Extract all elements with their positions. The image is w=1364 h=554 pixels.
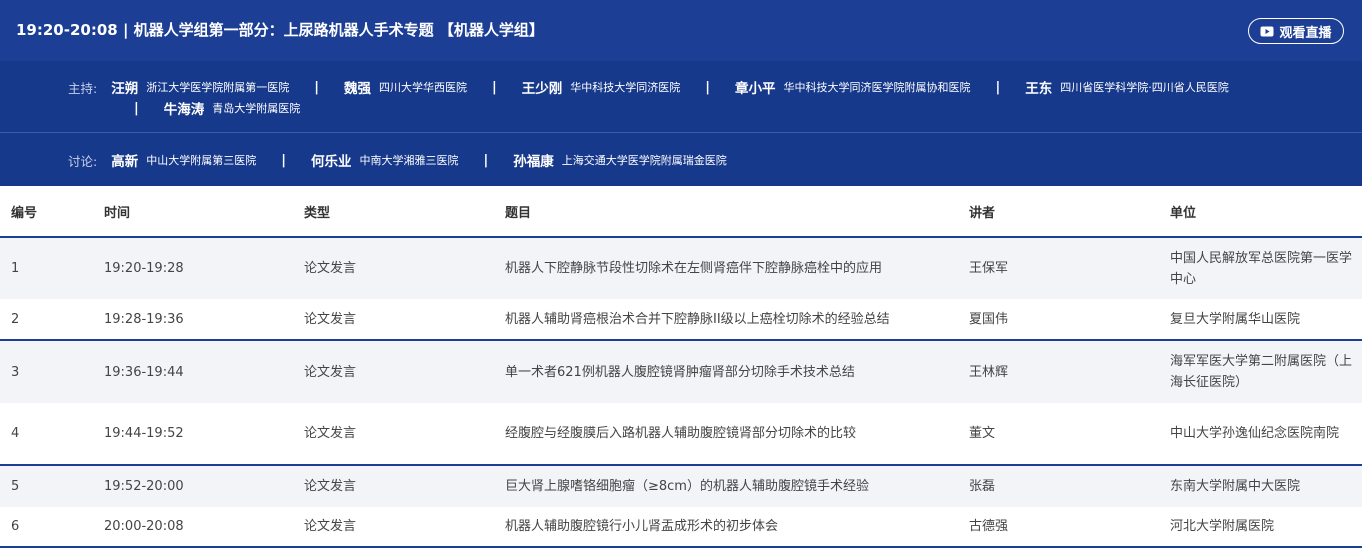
column-header-topic: 题目: [505, 186, 969, 238]
separator: |: [314, 79, 319, 95]
schedule-panel: 19:20-20:08 | 机器人学组第一部分：上尿路机器人手术专题 【机器人学…: [0, 0, 1364, 554]
cell-time: 20:00-20:08: [104, 507, 304, 548]
table-row: 4 19:44-19:52 论文发言 经腹腔与经腹膜后入路机器人辅助腹腔镜肾部分…: [0, 403, 1362, 465]
cell-topic: 单一术者621例机器人腹腔镜肾肿瘤肾部分切除手术技术总结: [505, 339, 969, 403]
cell-time: 19:28-19:36: [104, 299, 304, 340]
host-name: 汪朔: [111, 81, 139, 97]
cell-unit: 海军军医大学第二附属医院（上海长征医院）: [1170, 339, 1362, 403]
host-affiliation: 华中科技大学同济医学院附属协和医院: [783, 81, 971, 94]
column-header-speaker: 讲者: [969, 186, 1170, 238]
host-name: 章小平: [734, 81, 776, 97]
table-row: 5 19:52-20:00 论文发言 巨大肾上腺嗜铬细胞瘤（≥8cm）的机器人辅…: [0, 464, 1362, 507]
discussant-name: 何乐业: [310, 154, 352, 170]
discussants-line: 讨论: 高新 中山大学附属第三医院 | 何乐业 中南大学湘雅三医院 | 孙福康 …: [68, 150, 727, 171]
cell-topic: 机器人辅助肾癌根治术合并下腔静脉II级以上癌栓切除术的经验总结: [505, 299, 969, 340]
table-row: 2 19:28-19:36 论文发言 机器人辅助肾癌根治术合并下腔静脉II级以上…: [0, 299, 1362, 340]
session-title: 19:20-20:08 | 机器人学组第一部分：上尿路机器人手术专题 【机器人学…: [16, 21, 544, 39]
cell-type: 论文发言: [304, 339, 505, 403]
host-affiliation: 青岛大学附属医院: [212, 102, 301, 115]
host-affiliation: 浙江大学医学院附属第一医院: [146, 81, 290, 94]
hosts-label: 主持:: [68, 80, 98, 96]
cell-time: 19:36-19:44: [104, 339, 304, 403]
cell-no: 4: [0, 403, 104, 465]
separator: |: [705, 79, 710, 95]
cell-topic: 机器人辅助腹腔镜行小儿肾盂成形术的初步体会: [505, 507, 969, 548]
cell-type: 论文发言: [304, 403, 505, 465]
separator: |: [483, 152, 489, 168]
cell-type: 论文发言: [304, 507, 505, 548]
cell-time: 19:44-19:52: [104, 403, 304, 465]
cell-speaker: 董文: [969, 403, 1170, 465]
cell-unit: 复旦大学附属华山医院: [1170, 299, 1362, 340]
table-row: 3 19:36-19:44 论文发言 单一术者621例机器人腹腔镜肾肿瘤肾部分切…: [0, 339, 1362, 403]
cell-type: 论文发言: [304, 464, 505, 507]
separator: |: [281, 152, 286, 168]
cell-unit: 河北大学附属医院: [1170, 507, 1362, 548]
cell-topic: 机器人下腔静脉节段性切除术在左侧肾癌伴下腔静脉癌栓中的应用: [505, 237, 969, 299]
watch-live-label: 观看直播: [1279, 25, 1332, 41]
cell-speaker: 王林辉: [969, 339, 1170, 403]
cell-time: 19:20-19:28: [104, 237, 304, 299]
cell-unit: 中山大学孙逸仙纪念医院南院: [1170, 403, 1362, 465]
cell-speaker: 古德强: [969, 507, 1170, 548]
host-affiliation: 华中科技大学同济医院: [570, 81, 681, 94]
cell-no: 5: [0, 464, 104, 507]
cell-topic: 巨大肾上腺嗜铬细胞瘤（≥8cm）的机器人辅助腹腔镜手术经验: [505, 464, 969, 507]
watch-live-button[interactable]: 观看直播: [1248, 18, 1344, 44]
cell-no: 3: [0, 339, 104, 403]
discussant-name: 高新: [111, 154, 139, 170]
cell-unit: 东南大学附属中大医院: [1170, 464, 1362, 507]
cell-speaker: 张磊: [969, 464, 1170, 507]
column-header-no: 编号: [0, 186, 104, 238]
discussants-label: 讨论:: [68, 153, 98, 169]
cell-speaker: 夏国伟: [969, 299, 1170, 340]
separator: |: [491, 79, 497, 95]
table-row: 6 20:00-20:08 论文发言 机器人辅助腹腔镜行小儿肾盂成形术的初步体会…: [0, 507, 1362, 548]
host-name: 牛海涛: [163, 102, 205, 118]
cell-type: 论文发言: [304, 299, 505, 340]
discussant-affiliation: 上海交通大学医学院附属瑞金医院: [561, 154, 727, 167]
column-header-unit: 单位: [1170, 186, 1362, 238]
cell-no: 1: [0, 237, 104, 299]
hosts-line-2: | 牛海涛 青岛大学附属医院: [134, 98, 301, 119]
discussant-name: 孙福康: [513, 154, 554, 170]
cell-type: 论文发言: [304, 237, 505, 299]
cell-no: 6: [0, 507, 104, 548]
discussants-section: 讨论: 高新 中山大学附属第三医院 | 何乐业 中南大学湘雅三医院 | 孙福康 …: [0, 133, 1362, 186]
schedule-table: 编号 时间 类型 题目 讲者 单位 1 19:20-19:28 论文发言 机器人…: [0, 186, 1362, 548]
cell-no: 2: [0, 299, 104, 340]
column-header-type: 类型: [304, 186, 505, 238]
table-row: 1 19:20-19:28 论文发言 机器人下腔静脉节段性切除术在左侧肾癌伴下腔…: [0, 237, 1362, 299]
separator: |: [995, 79, 1001, 95]
discussant-affiliation: 中南大学湘雅三医院: [359, 154, 459, 167]
cell-topic: 经腹腔与经腹膜后入路机器人辅助腹腔镜肾部分切除术的比较: [505, 403, 969, 465]
host-affiliation: 四川省医学科学院·四川省人民医院: [1060, 81, 1229, 94]
cell-time: 19:52-20:00: [104, 464, 304, 507]
hosts-line-1: 主持: 汪朔 浙江大学医学院附属第一医院 | 魏强 四川大学华西医院 | 王少刚…: [68, 77, 1229, 98]
cell-speaker: 王保军: [969, 237, 1170, 299]
session-header: 19:20-20:08 | 机器人学组第一部分：上尿路机器人手术专题 【机器人学…: [0, 0, 1362, 61]
column-header-time: 时间: [104, 186, 304, 238]
separator: |: [134, 100, 139, 116]
hosts-section: 主持: 汪朔 浙江大学医学院附属第一医院 | 魏强 四川大学华西医院 | 王少刚…: [0, 61, 1362, 132]
play-icon: [1260, 26, 1274, 37]
table-header-row: 编号 时间 类型 题目 讲者 单位: [0, 186, 1362, 238]
discussant-affiliation: 中山大学附属第三医院: [146, 154, 257, 167]
host-name: 魏强: [343, 81, 371, 97]
host-name: 王少刚: [521, 81, 563, 97]
host-name: 王东: [1025, 81, 1053, 97]
host-affiliation: 四川大学华西医院: [378, 81, 467, 94]
cell-unit: 中国人民解放军总医院第一医学中心: [1170, 237, 1362, 299]
